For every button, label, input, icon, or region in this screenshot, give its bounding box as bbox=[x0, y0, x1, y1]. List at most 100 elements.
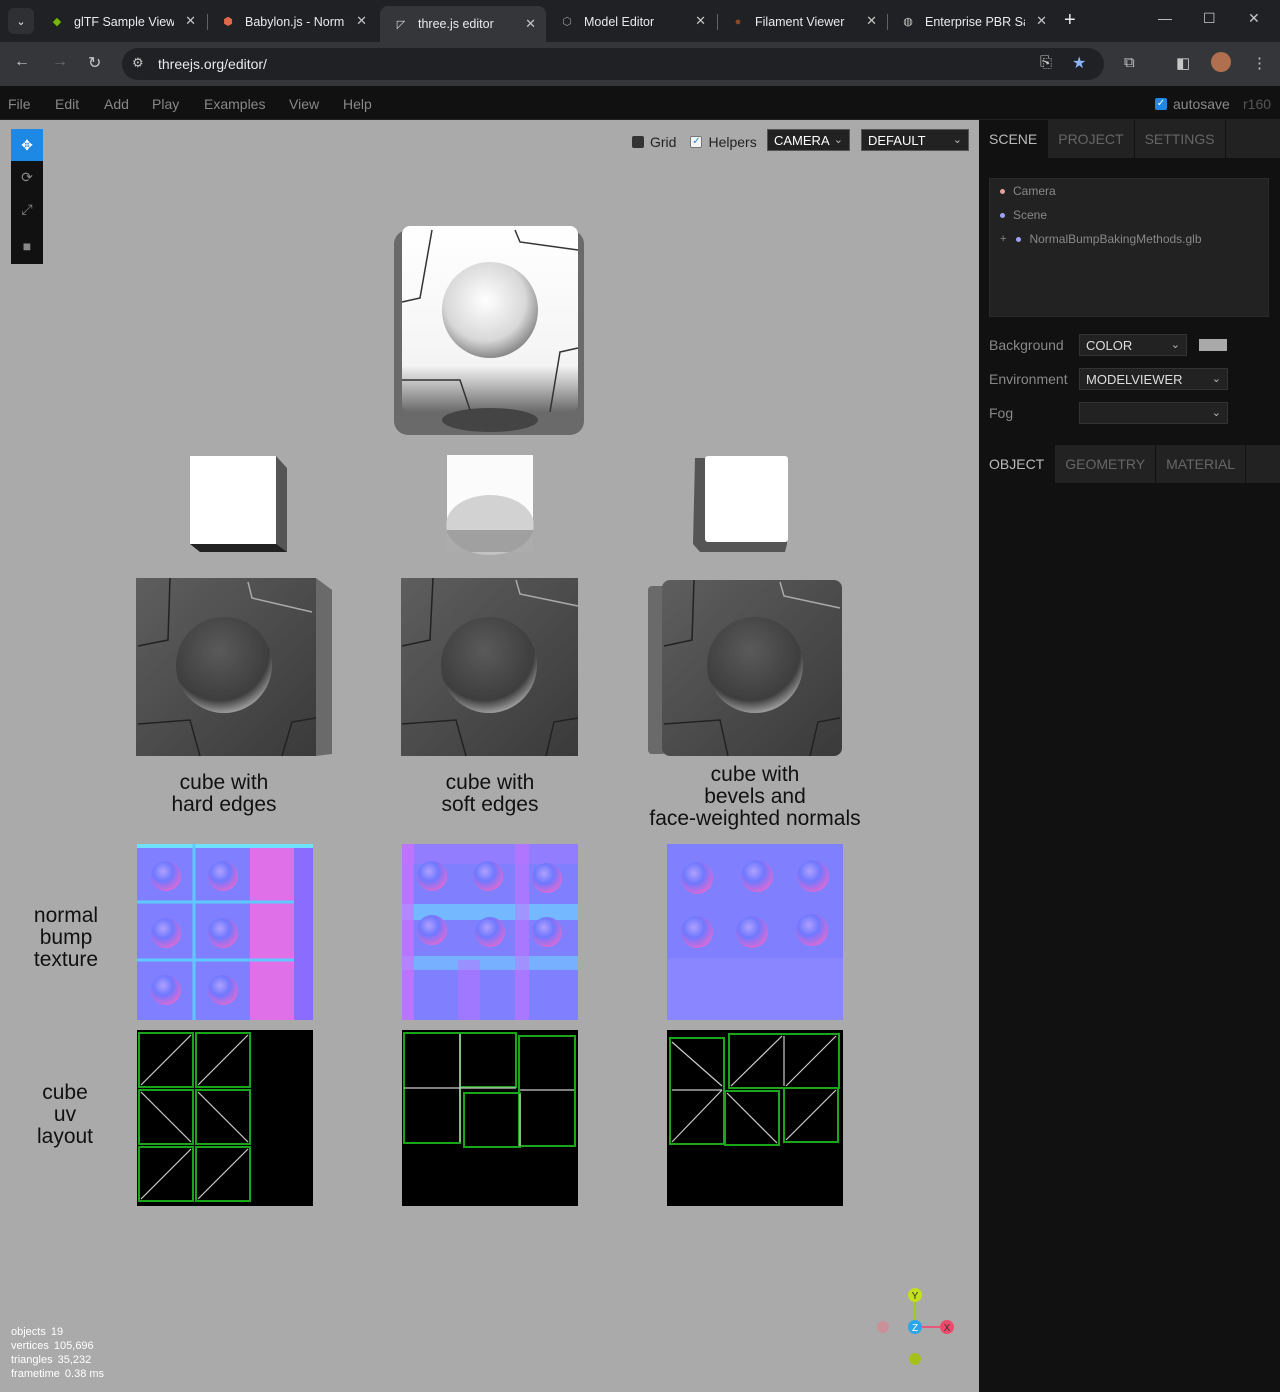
small-white-cube-1 bbox=[190, 456, 287, 552]
scene-outliner[interactable]: Camera Scene + NormalBumpBakingMethods.g… bbox=[989, 178, 1269, 317]
tab-title: Filament Viewer bbox=[755, 14, 845, 29]
new-tab-button[interactable]: + bbox=[1064, 10, 1076, 30]
close-tab-icon[interactable]: ✕ bbox=[525, 16, 536, 32]
tab-model-editor[interactable]: ⬡ Model Editor ✕ bbox=[546, 7, 716, 36]
filament-favicon-icon: ● bbox=[734, 15, 742, 28]
axis-gizmo[interactable]: Y X Z bbox=[870, 1285, 960, 1370]
tab-gltf-sample-viewer[interactable]: ◆ glTF Sample Viewer ✕ bbox=[36, 7, 206, 36]
tab-object[interactable]: OBJECT bbox=[979, 445, 1056, 483]
extensions-icon[interactable]: ⧉ bbox=[1124, 54, 1135, 71]
normal-map-bevel bbox=[667, 844, 843, 1020]
tab-scene[interactable]: SCENE bbox=[979, 120, 1049, 158]
close-tab-icon[interactable]: ✕ bbox=[356, 13, 367, 29]
url-text[interactable]: threejs.org/editor/ bbox=[158, 56, 267, 72]
caption-bevels: cube with bevels and face-weighted norma… bbox=[649, 763, 861, 830]
tab-threejs-editor[interactable]: ◸ three.js editor ✕ bbox=[380, 6, 546, 42]
tab-search-dropdown[interactable]: ⌄ bbox=[8, 8, 34, 34]
threejs-favicon-icon: ◸ bbox=[396, 18, 406, 31]
autosave-checkbox[interactable]: ✓ bbox=[1155, 98, 1167, 110]
cube-favicon-icon: ⬡ bbox=[562, 16, 572, 28]
dark-cube-soft bbox=[401, 577, 579, 757]
dark-cube-hard bbox=[136, 577, 332, 757]
scene-dot-icon bbox=[1000, 212, 1005, 218]
autosave-toggle[interactable]: ✓ autosave bbox=[1155, 96, 1230, 112]
axis-neg-x-handle[interactable] bbox=[877, 1321, 889, 1333]
sidebar-top-tabs: SCENE PROJECT SETTINGS bbox=[979, 120, 1280, 158]
environment-label: Environment bbox=[989, 371, 1068, 387]
normal-map-hard bbox=[137, 844, 313, 1020]
outliner-label: Camera bbox=[1013, 184, 1056, 198]
maximize-icon[interactable]: ☐ bbox=[1203, 10, 1216, 27]
menu-examples[interactable]: Examples bbox=[204, 96, 265, 112]
editor-menubar: File Edit Add Play Examples View Help ✓ … bbox=[0, 86, 1280, 120]
site-info-icon[interactable]: ⚙ bbox=[132, 55, 144, 71]
info-triangles-label: triangles bbox=[11, 1354, 53, 1366]
small-white-cube-2 bbox=[446, 455, 534, 555]
menu-edit[interactable]: Edit bbox=[55, 96, 79, 112]
background-label: Background bbox=[989, 337, 1064, 353]
chevron-down-icon: ⌄ bbox=[1170, 339, 1180, 351]
autosave-label: autosave bbox=[1173, 96, 1230, 112]
uv-layout-hard bbox=[137, 1030, 313, 1206]
3d-viewport[interactable]: ✥ ⟳ ⤢ ■ Grid ✓ Helpers CAMERA ⌄ DEFAULT … bbox=[0, 120, 979, 1392]
close-tab-icon[interactable]: ✕ bbox=[185, 13, 196, 29]
background-select[interactable]: COLOR ⌄ bbox=[1079, 334, 1187, 356]
render-info: objects 19 vertices 105,696 triangles 35,23… bbox=[11, 1325, 104, 1381]
camera-dot-icon bbox=[1000, 188, 1005, 194]
tab-title: three.js editor bbox=[418, 17, 494, 31]
tab-enterprise-pbr[interactable]: ◍ Enterprise PBR Sample ✕ bbox=[887, 7, 1057, 36]
outliner-item-glb[interactable]: + NormalBumpBakingMethods.glb bbox=[1000, 232, 1202, 246]
small-white-cube-3 bbox=[693, 456, 788, 552]
close-tab-icon[interactable]: ✕ bbox=[866, 13, 877, 29]
environment-select[interactable]: MODELVIEWER ⌄ bbox=[1079, 368, 1228, 390]
info-objects-label: objects bbox=[11, 1326, 46, 1338]
outliner-label: NormalBumpBakingMethods.glb bbox=[1029, 232, 1202, 246]
tab-babylonjs[interactable]: ⬢ Babylon.js - Normal ✕ bbox=[207, 7, 377, 36]
install-app-icon[interactable]: ⎘ bbox=[1040, 54, 1052, 71]
gltf-favicon-icon: ◆ bbox=[52, 16, 62, 28]
tab-settings[interactable]: SETTINGS bbox=[1135, 120, 1226, 158]
menu-play[interactable]: Play bbox=[152, 96, 179, 112]
tab-project[interactable]: PROJECT bbox=[1048, 120, 1135, 158]
menu-view[interactable]: View bbox=[289, 96, 319, 112]
tab-geometry[interactable]: GEOMETRY bbox=[1055, 445, 1157, 483]
tab-filament-viewer[interactable]: ● Filament Viewer ✕ bbox=[717, 7, 887, 36]
fog-select[interactable]: ⌄ bbox=[1079, 402, 1228, 424]
browser-tab-strip: ⌄ ◆ glTF Sample Viewer ✕ ⬢ Babylon.js - … bbox=[0, 0, 1280, 42]
expand-icon[interactable]: + bbox=[1000, 233, 1006, 245]
menu-add[interactable]: Add bbox=[104, 96, 129, 112]
close-tab-icon[interactable]: ✕ bbox=[695, 13, 706, 29]
reload-icon[interactable]: ↻ bbox=[88, 53, 101, 73]
minimize-icon[interactable]: — bbox=[1158, 10, 1172, 26]
info-objects-value: 19 bbox=[50, 1326, 64, 1338]
address-bar[interactable]: ⚙ threejs.org/editor/ ⎘ ★ bbox=[122, 48, 1104, 80]
close-window-icon[interactable]: ✕ bbox=[1248, 10, 1260, 27]
menu-file[interactable]: File bbox=[8, 96, 31, 112]
forward-arrow-icon[interactable]: → bbox=[52, 53, 68, 71]
bookmark-star-icon[interactable]: ★ bbox=[1072, 53, 1086, 73]
tab-material[interactable]: MATERIAL bbox=[1156, 445, 1247, 483]
mesh-dot-icon bbox=[1016, 236, 1022, 242]
browser-menu-icon[interactable]: ⋮ bbox=[1252, 54, 1267, 72]
close-tab-icon[interactable]: ✕ bbox=[1036, 13, 1047, 29]
row-label-normal-texture: normal bump texture bbox=[33, 904, 99, 971]
side-panel-icon[interactable]: ◧ bbox=[1176, 54, 1190, 72]
tab-title: Enterprise PBR Sample bbox=[925, 14, 1025, 29]
outliner-item-scene[interactable]: Scene bbox=[1000, 208, 1047, 222]
info-frametime-label: frametime bbox=[11, 1368, 60, 1380]
background-color-swatch[interactable] bbox=[1199, 339, 1227, 351]
uv-layout-bevel bbox=[667, 1030, 843, 1206]
caption-hard-edges: cube with hard edges bbox=[171, 771, 277, 816]
revision-label: r160 bbox=[1243, 96, 1272, 112]
caption-soft-edges: cube with soft edges bbox=[441, 771, 539, 816]
profile-avatar[interactable] bbox=[1211, 52, 1231, 72]
globe-favicon-icon: ◍ bbox=[903, 16, 913, 28]
back-arrow-icon[interactable]: ← bbox=[14, 53, 30, 71]
browser-toolbar: ← → ↻ ⚙ threejs.org/editor/ ⎘ ★ ⧉ ◧ ⋮ bbox=[0, 42, 1280, 86]
background-select-value: COLOR bbox=[1086, 338, 1133, 353]
menu-help[interactable]: Help bbox=[343, 96, 372, 112]
outliner-label: Scene bbox=[1013, 208, 1048, 222]
outliner-item-camera[interactable]: Camera bbox=[1000, 184, 1056, 198]
environment-select-value: MODELVIEWER bbox=[1086, 372, 1183, 387]
axis-neg-y-handle[interactable] bbox=[909, 1353, 921, 1365]
